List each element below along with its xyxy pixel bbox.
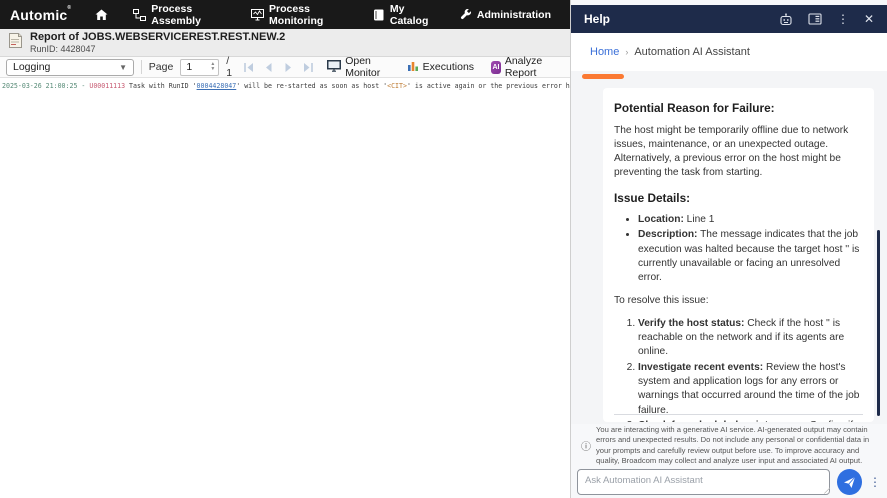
help-panel-title: Help [584,12,610,26]
analyze-report-label: Analyze Report [505,55,559,79]
documentation-icon[interactable] [808,13,822,25]
open-monitor-button[interactable]: Open Monitor [322,53,394,81]
overflow-menu-icon[interactable]: ⋮ [837,14,849,24]
top-navbar: Automic® Process Assembly Process Monito… [0,0,570,29]
log-text: Task with RunID ' [129,82,197,90]
report-run-id: RunID: 4428047 [30,44,285,54]
report-document-icon [8,32,23,54]
pagination-last-button[interactable] [302,60,315,75]
ai-assistant-robot-icon[interactable] [779,13,793,26]
administration-wrench-icon [460,9,472,21]
log-runid-link[interactable]: 0004428047 [197,82,237,90]
ai-disclaimer: ⓘ You are interacting with a generative … [571,424,887,465]
nav-item-label: Administration [477,9,551,21]
nav-item-process-monitoring[interactable]: Process Monitoring [242,0,354,29]
log-timestamp: 2025-03-26 21:00:25 - [2,82,89,90]
report-header: Report of JOBS.WEBSERVICEREST.REST.NEW.2… [0,29,570,57]
report-type-select[interactable]: Logging ▼ [6,59,134,76]
home-icon [95,9,108,21]
toolbar-separator [141,60,142,74]
log-text: ' is active again or the previous error … [407,82,570,90]
input-overflow-menu-icon[interactable]: ⋮ [869,477,881,487]
chat-scrollbar-thumb[interactable] [877,230,880,416]
nav-item-my-catalog[interactable]: My Catalog [364,0,441,29]
page-number-input[interactable] [181,61,207,73]
message-heading-reason: Potential Reason for Failure: [614,100,863,117]
list-item: Verify the host status: Check if the hos… [638,317,863,360]
breadcrumb-home-link[interactable]: Home [590,46,619,58]
message-paragraph-reason: The host might be temporarily offline du… [614,124,863,181]
report-title: Report of JOBS.WEBSERVICEREST.REST.NEW.2 [30,31,285,44]
list-item: Location: Line 1 [638,213,863,227]
page-label: Page [149,61,174,73]
resolve-intro: To resolve this issue: [614,294,863,308]
list-item: Investigate recent events: Review the ho… [638,361,863,418]
nav-item-process-assembly[interactable]: Process Assembly [124,0,232,29]
help-panel: Help ⋮ ✕ Home › Automation AI Assistant … [571,0,887,498]
issue-details-list: Location: Line 1 Description: The messag… [614,213,863,285]
message-divider [614,414,863,415]
executions-button[interactable]: Executions [402,58,479,77]
home-button[interactable] [89,9,114,21]
nav-item-label: Process Monitoring [269,3,345,27]
close-icon[interactable]: ✕ [864,12,874,26]
help-panel-header: Help ⋮ ✕ [571,5,887,33]
user-message-bubble-edge [582,74,624,79]
spinner-down-icon[interactable]: ▼ [210,67,215,72]
breadcrumb-current: Automation AI Assistant [634,46,750,58]
send-button[interactable] [837,469,862,495]
ai-badge-icon: AI [491,61,501,74]
brand-trademark: ® [67,5,71,11]
breadcrumb: Home › Automation AI Assistant [571,33,887,71]
info-icon: ⓘ [581,438,591,453]
nav-item-label: Process Assembly [151,3,223,27]
page-spinner-arrows[interactable]: ▲▼ [207,62,218,72]
pagination-previous-button[interactable] [262,60,275,75]
ask-assistant-input[interactable] [577,469,830,495]
report-panel: Automic® Process Assembly Process Monito… [0,0,571,498]
disclaimer-text: You are interacting with a generative AI… [596,425,879,466]
log-host-token: <CIT> [387,82,407,90]
open-monitor-label: Open Monitor [345,55,389,79]
breadcrumb-chevron-icon: › [625,47,628,57]
chevron-down-icon: ▼ [119,63,127,72]
executions-label: Executions [423,61,474,73]
monitor-icon [327,60,341,75]
app-root: Automic® Process Assembly Process Monito… [0,0,887,498]
pagination-first-button[interactable] [242,60,255,75]
executions-chart-icon [407,60,419,75]
page-number-stepper[interactable]: ▲▼ [180,59,219,76]
log-message-code: U00011113 [89,82,129,90]
assistant-input-row: ⋮ [571,466,887,498]
pagination-next-button[interactable] [282,60,295,75]
list-item: Description: The message indicates that … [638,228,863,285]
assistant-message-bubble: Potential Reason for Failure: The host m… [603,88,874,422]
analyze-report-button[interactable]: AI Analyze Report [486,53,564,81]
nav-item-administration[interactable]: Administration [451,0,560,29]
report-type-selected-value: Logging [13,61,50,73]
page-total: / 1 [226,55,235,79]
message-heading-details: Issue Details: [614,190,863,207]
process-assembly-icon [133,9,146,21]
nav-item-label: My Catalog [390,3,432,27]
report-title-block: Report of JOBS.WEBSERVICEREST.REST.NEW.2… [30,31,285,54]
my-catalog-icon [373,9,385,21]
log-text: ' will be re-started as soon as host ' [236,82,387,90]
report-log-content: 2025-03-26 21:00:25 - U00011113 Task wit… [0,78,570,90]
report-toolbar: Logging ▼ Page ▲▼ / 1 [0,57,570,78]
automic-logo: Automic® [10,7,71,23]
list-item: Check for scheduled maintenance: Confirm… [638,419,863,422]
process-monitoring-icon [251,9,264,21]
resolution-steps-list: Verify the host status: Check if the hos… [614,317,863,422]
send-paper-plane-icon [843,476,856,489]
help-header-icons: ⋮ ✕ [779,12,874,26]
chat-scroll-area[interactable]: Potential Reason for Failure: The host m… [571,71,887,424]
